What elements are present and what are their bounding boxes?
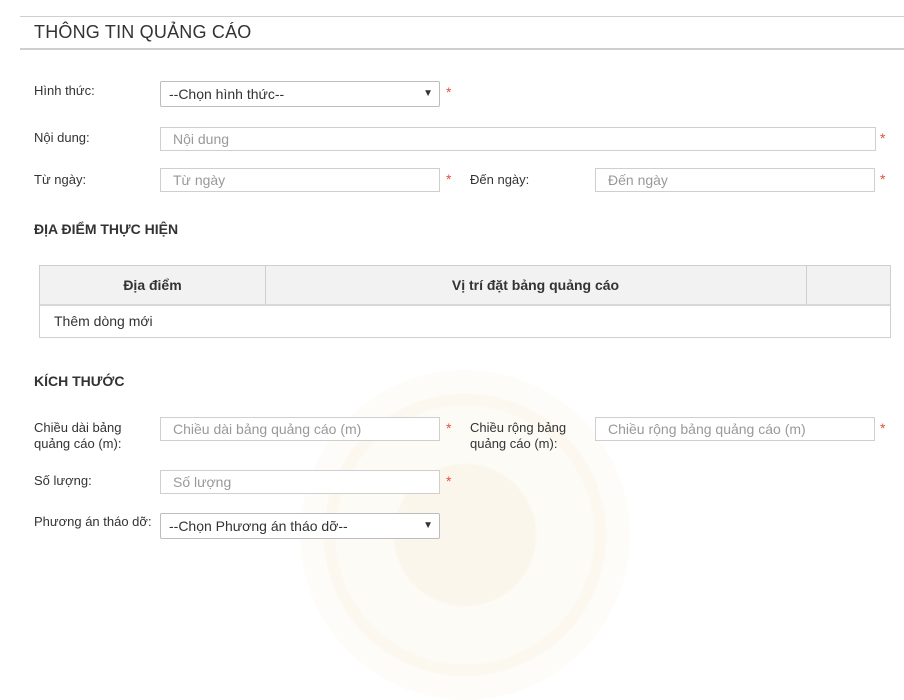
title-divider: [20, 48, 904, 50]
length-label-line2: quảng cáo (m):: [34, 436, 122, 451]
required-mark: *: [446, 84, 452, 100]
quantity-input[interactable]: Số lượng: [160, 470, 440, 494]
location-table: Địa điểm Vị trí đặt bảng quảng cáo Thêm …: [39, 265, 891, 338]
length-input[interactable]: Chiều dài bảng quảng cáo (m): [160, 417, 440, 441]
tu-ngay-label: Từ ngày:: [34, 172, 87, 187]
required-mark: *: [446, 420, 452, 436]
width-label-line2: quảng cáo (m):: [470, 436, 558, 451]
removal-select[interactable]: --Chọn Phương án tháo dỡ-- ▼: [160, 513, 440, 539]
den-ngay-label: Đến ngày:: [470, 172, 530, 187]
width-input[interactable]: Chiều rộng bảng quảng cáo (m): [595, 417, 875, 441]
top-divider: [20, 16, 904, 17]
add-row-link[interactable]: Thêm dòng mới: [54, 313, 153, 329]
required-mark: *: [446, 171, 452, 187]
length-label: Chiều dài bảng quảng cáo (m):: [34, 420, 121, 452]
required-mark: *: [446, 473, 452, 489]
column-header-dia-diem: Địa điểm: [123, 277, 182, 293]
hinh-thuc-label: Hình thức:: [34, 83, 95, 98]
quantity-label: Số lượng:: [34, 473, 92, 488]
location-heading: ĐỊA ĐIỂM THỰC HIỆN: [34, 221, 179, 237]
chevron-down-icon: ▼: [423, 520, 433, 531]
column-header-vi-tri: Vị trí đặt bảng quảng cáo: [451, 277, 620, 293]
size-heading: KÍCH THƯỚC: [34, 373, 125, 389]
column-header-actions: [806, 266, 890, 304]
table-header: Địa điểm Vị trí đặt bảng quảng cáo: [40, 266, 890, 306]
width-label: Chiều rộng bảng quảng cáo (m):: [470, 420, 566, 452]
hinh-thuc-selected-value: --Chọn hình thức--: [169, 86, 285, 102]
required-mark: *: [880, 130, 886, 146]
chevron-down-icon: ▼: [423, 88, 433, 99]
removal-selected-value: --Chọn Phương án tháo dỡ--: [169, 518, 348, 534]
hinh-thuc-select[interactable]: --Chọn hình thức-- ▼: [160, 81, 440, 107]
noi-dung-input[interactable]: Nội dung: [160, 127, 876, 151]
den-ngay-input[interactable]: Đến ngày: [595, 168, 875, 192]
width-label-line1: Chiều rộng bảng: [470, 420, 567, 435]
length-label-line1: Chiều dài bảng: [34, 420, 122, 435]
tu-ngay-input[interactable]: Từ ngày: [160, 168, 440, 192]
section-title: THÔNG TIN QUẢNG CÁO: [34, 22, 252, 42]
required-mark: *: [880, 171, 886, 187]
noi-dung-label: Nội dung:: [34, 130, 90, 145]
removal-label: Phương án tháo dỡ:: [34, 514, 152, 529]
required-mark: *: [880, 420, 886, 436]
